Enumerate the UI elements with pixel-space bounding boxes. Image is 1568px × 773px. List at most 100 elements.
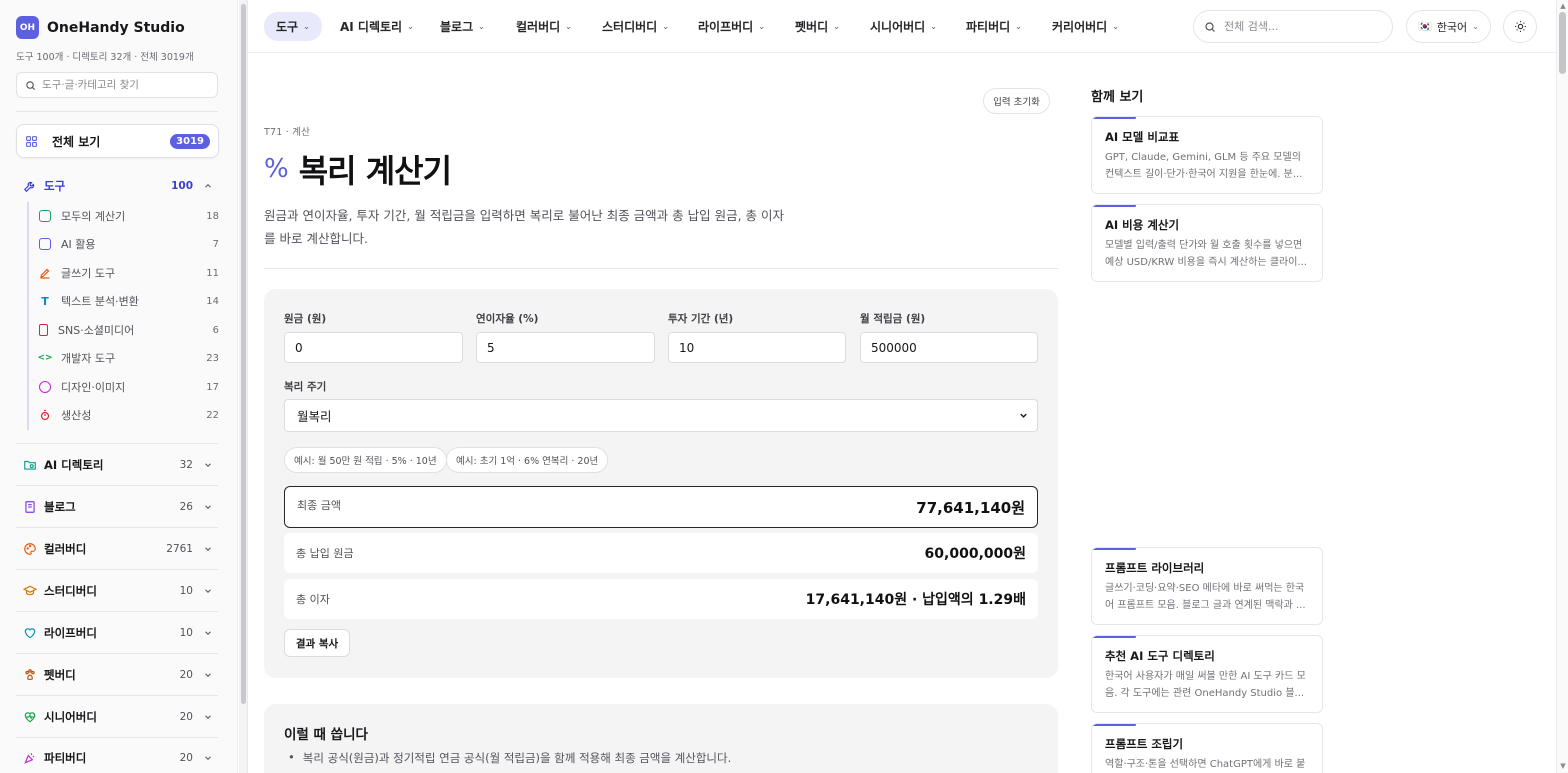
result-total-principal: 총 납입 원금 60,000,000원 <box>284 533 1038 573</box>
subcategory-count: 11 <box>206 267 219 279</box>
sidebar-category-petbuddy[interactable]: 펫버디 20 <box>16 662 219 688</box>
nav-ai-directory[interactable]: AI 디렉토리 ⌄ <box>328 12 426 41</box>
global-search-input[interactable] <box>1224 20 1384 33</box>
subcategory-design[interactable]: 디자인·이미지 17 <box>39 375 219 399</box>
subcategory-text[interactable]: T 텍스트 분석·변환 14 <box>39 289 219 313</box>
chevron-down-icon[interactable] <box>203 502 213 512</box>
result-value: 17,641,140원 · 납입액의 1.29배 <box>805 592 1026 608</box>
rate-input[interactable] <box>476 332 655 363</box>
subcategory-calculator[interactable]: 모두의 계산기 18 <box>39 204 219 228</box>
timer-icon <box>39 409 51 421</box>
scroll-up-arrow-icon[interactable]: ▲ <box>1559 2 1567 10</box>
chevron-down-icon: ⌄ <box>930 22 937 31</box>
sidebar-scrollbar-thumb[interactable] <box>241 4 246 704</box>
wrench-icon <box>22 178 38 194</box>
category-count: 20 <box>179 669 193 681</box>
nav-colorbuddy[interactable]: 컬러버디 ⌄ <box>504 12 584 41</box>
nav-label: 도구 <box>276 20 299 34</box>
palette-icon <box>22 541 38 557</box>
monthly-input[interactable] <box>860 332 1038 363</box>
scroll-down-arrow-icon[interactable]: ▼ <box>1559 762 1567 770</box>
sidebar-category-tools[interactable]: 도구 100 <box>16 173 219 199</box>
search-icon <box>1205 21 1215 32</box>
subcategory-ai[interactable]: AI 활용 7 <box>39 232 219 256</box>
example-chip[interactable]: 예시: 월 50만 원 적립 · 5% · 10년 <box>284 447 447 473</box>
related-card[interactable]: 추천 AI 도구 디렉토리 한국어 사용자가 매일 써볼 만한 AI 도구 카드… <box>1091 635 1323 713</box>
reset-inputs-button[interactable]: 입력 초기화 <box>983 88 1050 114</box>
all-view-button[interactable]: 전체 보기 3019 <box>16 124 219 158</box>
chevron-down-icon[interactable] <box>203 544 213 554</box>
related-card[interactable]: 프롬프트 조립기 역할·구조·톤을 선택하면 ChatGPT에게 바로 붙 <box>1091 723 1323 773</box>
principal-label: 원금 (원) <box>284 313 327 325</box>
nav-label: 파티버디 <box>966 20 1011 34</box>
palette-icon <box>39 381 51 393</box>
subcategory-sns[interactable]: SNS·소셜미디어 6 <box>39 318 219 342</box>
category-label: 블로그 <box>44 500 76 514</box>
nav-lifebuddy[interactable]: 라이프버디 ⌄ <box>686 12 777 41</box>
sidebar-search[interactable] <box>16 72 218 98</box>
nav-label: AI 디렉토리 <box>340 20 403 34</box>
related-card[interactable]: AI 모델 비교표 GPT, Claude, Gemini, GLM 등 주요 … <box>1091 116 1323 194</box>
copy-result-button[interactable]: 결과 복사 <box>284 629 350 657</box>
subcategory-writing[interactable]: 글쓰기 도구 11 <box>39 261 219 285</box>
page-scrollbar-thumb[interactable] <box>1559 12 1566 74</box>
chevron-down-icon[interactable] <box>203 460 213 470</box>
sidebar-scrollbar[interactable] <box>239 0 248 773</box>
compound-period-select[interactable]: 월복리 <box>284 399 1038 432</box>
nav-petbuddy[interactable]: 펫버디 ⌄ <box>783 12 852 41</box>
related-card[interactable]: AI 비용 계산기 모델별 입력/출력 단가와 월 호출 횟수를 넣으면 예상 … <box>1091 204 1323 282</box>
category-count: 10 <box>179 585 193 597</box>
chevron-down-icon: ⌄ <box>833 22 840 31</box>
subcategory-count: 7 <box>212 238 219 250</box>
nav-partybuddy[interactable]: 파티버디 ⌄ <box>954 12 1034 41</box>
sidebar-category-colorbuddy[interactable]: 컬러버디 2761 <box>16 536 219 562</box>
nav-studybuddy[interactable]: 스터디버디 ⌄ <box>590 12 681 41</box>
card-accent <box>1092 548 1136 550</box>
related-card[interactable]: 프롬프트 라이브러리 글쓰기·코딩·요약·SEO 메타에 바로 써먹는 한국어 … <box>1091 547 1323 625</box>
nav-seniorbuddy[interactable]: 시니어버디 ⌄ <box>858 12 949 41</box>
language-selector[interactable]: 🇰🇷 한국어 ⌄ <box>1406 10 1491 43</box>
nav-blog[interactable]: 블로그 ⌄ <box>428 12 497 41</box>
sun-icon <box>1514 21 1526 32</box>
subcategory-dev[interactable]: <> 개발자 도구 23 <box>37 346 219 370</box>
usecase-title: 이럴 때 씁니다 <box>284 727 368 743</box>
years-input[interactable] <box>668 332 846 363</box>
theme-toggle-button[interactable] <box>1503 10 1537 43</box>
search-icon <box>26 80 36 90</box>
sidebar-category-studybuddy[interactable]: 스터디버디 10 <box>16 578 219 604</box>
chevron-down-icon[interactable] <box>203 586 213 596</box>
sidebar-search-input[interactable] <box>42 79 212 91</box>
nav-label: 시니어버디 <box>870 20 926 34</box>
sidebar-category-seniorbuddy[interactable]: 시니어버디 20 <box>16 704 219 730</box>
heart-pulse-icon <box>22 709 38 725</box>
chevron-up-icon[interactable] <box>203 181 213 191</box>
card-accent <box>1092 724 1136 726</box>
nav-tools[interactable]: 도구 ⌄ <box>264 12 322 41</box>
global-search[interactable] <box>1193 10 1393 43</box>
smartphone-icon <box>39 324 48 336</box>
nav-careerbuddy[interactable]: 커리어버디 ⌄ <box>1040 12 1131 41</box>
card-accent <box>1092 636 1136 638</box>
graduation-cap-icon <box>22 583 38 599</box>
sidebar-category-blog[interactable]: 블로그 26 <box>16 494 219 520</box>
subcategory-count: 17 <box>206 381 219 393</box>
heart-icon <box>22 625 38 641</box>
divider <box>16 485 218 486</box>
all-view-count: 3019 <box>170 133 210 149</box>
chevron-down-icon[interactable] <box>203 753 213 763</box>
subcategory-label: 모두의 계산기 <box>61 210 126 223</box>
sidebar-category-partybuddy[interactable]: 파티버디 20 <box>16 745 219 771</box>
page-scrollbar[interactable]: ▲ ▼ <box>1556 0 1568 773</box>
flag-icon: 🇰🇷 <box>1418 20 1432 33</box>
divider <box>16 111 218 112</box>
chevron-down-icon[interactable] <box>203 712 213 722</box>
sidebar-category-lifebuddy[interactable]: 라이프버디 10 <box>16 620 219 646</box>
example-chip[interactable]: 예시: 초기 1억 · 6% 연복리 · 20년 <box>446 447 609 473</box>
chevron-down-icon[interactable] <box>203 628 213 638</box>
chevron-down-icon: ⌄ <box>407 22 414 31</box>
brand[interactable]: OH OneHandy Studio <box>16 16 185 39</box>
chevron-down-icon[interactable] <box>203 670 213 680</box>
principal-input[interactable] <box>284 332 463 363</box>
sidebar-category-ai-directory[interactable]: AI 디렉토리 32 <box>16 452 219 478</box>
subcategory-productivity[interactable]: 생산성 22 <box>39 403 219 427</box>
